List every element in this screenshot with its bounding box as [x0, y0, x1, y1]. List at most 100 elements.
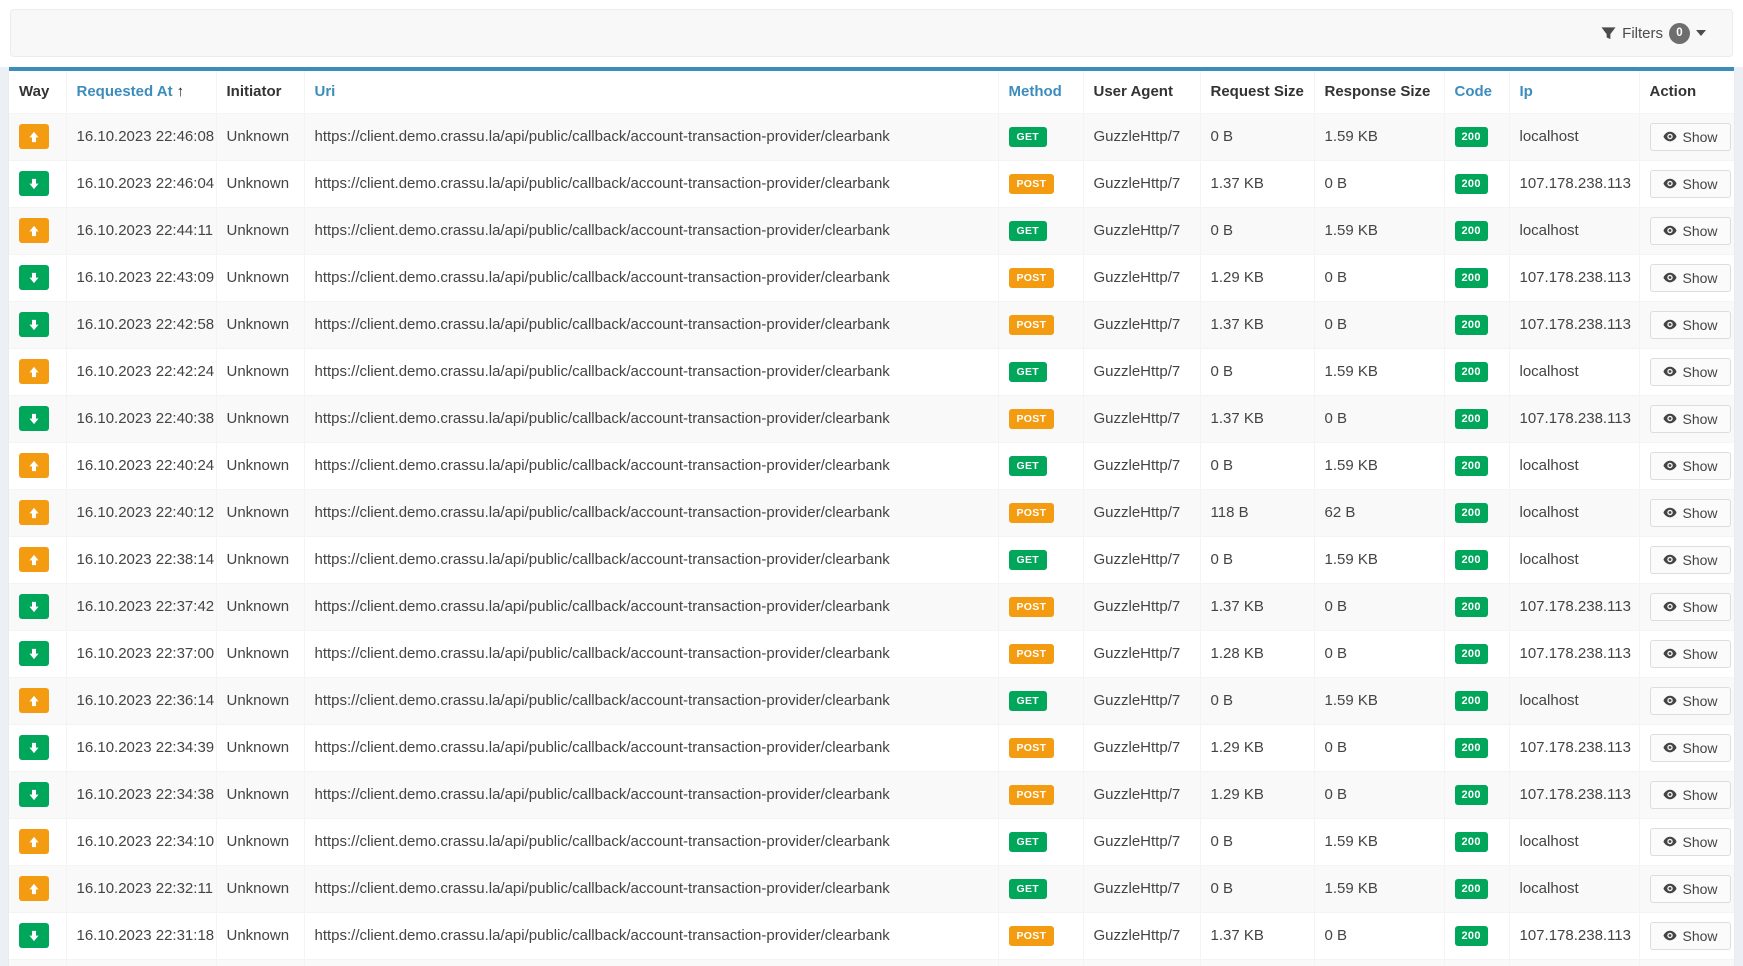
table-row: 16.10.2023 22:36:14 Unknown https://clie… — [9, 677, 1734, 724]
arrow-up-icon — [27, 130, 41, 144]
show-button[interactable]: Show — [1650, 734, 1731, 762]
user-agent-cell: GuzzleHttp/7 — [1083, 348, 1200, 395]
show-button[interactable]: Show — [1650, 452, 1731, 480]
show-button[interactable]: Show — [1650, 311, 1731, 339]
request-size-cell: 118 B — [1200, 489, 1314, 536]
initiator-cell: Unknown — [216, 160, 304, 207]
requested-at-cell: 16.10.2023 22:37:00 — [66, 630, 216, 677]
filters-dropdown-toggle[interactable]: Filters 0 — [1601, 23, 1706, 44]
eye-icon — [1663, 178, 1677, 189]
caret-down-icon — [1696, 30, 1706, 36]
show-button[interactable]: Show — [1650, 264, 1731, 292]
table-row: 16.10.2023 22:32:11 Unknown https://clie… — [9, 865, 1734, 912]
code-cell: 200 — [1444, 301, 1509, 348]
response-size-cell: 1.59 KB — [1314, 818, 1444, 865]
method-cell: GET — [998, 677, 1083, 724]
table-row: 16.10.2023 22:46:08 Unknown https://clie… — [9, 113, 1734, 160]
request-log-panel: WayRequested At↑InitiatorUriMethodUser A… — [9, 67, 1734, 966]
status-code-badge: 200 — [1455, 315, 1488, 335]
method-badge: GET — [1009, 832, 1048, 852]
way-up-badge — [19, 688, 49, 713]
column-header-code[interactable]: Code — [1444, 71, 1509, 113]
initiator-cell: Unknown — [216, 536, 304, 583]
method-cell: GET — [998, 536, 1083, 583]
show-button[interactable]: Show — [1650, 499, 1731, 527]
initiator-cell: Unknown — [216, 489, 304, 536]
eye-icon — [1663, 883, 1677, 894]
status-code-badge: 200 — [1455, 644, 1488, 664]
way-cell — [9, 489, 66, 536]
show-button-label: Show — [1683, 693, 1718, 709]
show-button[interactable]: Show — [1650, 123, 1731, 151]
table-row: 16.10.2023 22:43:09 Unknown https://clie… — [9, 254, 1734, 301]
column-header-method[interactable]: Method — [998, 71, 1083, 113]
column-header-user_agent: User Agent — [1083, 71, 1200, 113]
response-size-cell: 0 B — [1314, 301, 1444, 348]
initiator-cell: Unknown — [216, 771, 304, 818]
method-cell: POST — [998, 724, 1083, 771]
code-cell: 200 — [1444, 771, 1509, 818]
eye-icon — [1663, 413, 1677, 424]
show-button[interactable]: Show — [1650, 217, 1731, 245]
table-row: 16.10.2023 22:44:11 Unknown https://clie… — [9, 207, 1734, 254]
arrow-down-icon — [27, 177, 41, 191]
show-button[interactable]: Show — [1650, 358, 1731, 386]
action-cell: Show — [1639, 442, 1734, 489]
status-code-badge: 200 — [1455, 127, 1488, 147]
uri-cell: https://client.demo.crassu.la/api/public… — [304, 160, 998, 207]
method-cell: POST — [998, 489, 1083, 536]
show-button[interactable]: Show — [1650, 170, 1731, 198]
response-size-cell: 62 B — [1314, 489, 1444, 536]
method-badge: POST — [1009, 315, 1055, 335]
uri-cell: https://client.demo.crassu.la/api/public… — [304, 395, 998, 442]
method-badge: GET — [1009, 362, 1048, 382]
show-button-label: Show — [1683, 834, 1718, 850]
show-button[interactable]: Show — [1650, 546, 1731, 574]
show-button[interactable]: Show — [1650, 687, 1731, 715]
code-cell: 200 — [1444, 724, 1509, 771]
column-header-uri[interactable]: Uri — [304, 71, 998, 113]
way-cell — [9, 207, 66, 254]
code-cell: 200 — [1444, 207, 1509, 254]
method-cell: GET — [998, 865, 1083, 912]
response-size-cell: 1.59 KB — [1314, 677, 1444, 724]
code-cell: 200 — [1444, 536, 1509, 583]
uri-cell: https://client.demo.crassu.la/api/public… — [304, 442, 998, 489]
eye-icon — [1663, 272, 1677, 283]
response-size-cell: 0 B — [1314, 630, 1444, 677]
ip-cell: localhost — [1509, 865, 1639, 912]
response-size-cell: 0 B — [1314, 160, 1444, 207]
method-cell: POST — [998, 583, 1083, 630]
action-cell: Show — [1639, 489, 1734, 536]
show-button[interactable]: Show — [1650, 875, 1731, 903]
request-log-table: WayRequested At↑InitiatorUriMethodUser A… — [9, 71, 1734, 966]
uri-cell: https://client.demo.crassu.la/api/public… — [304, 818, 998, 865]
show-button[interactable]: Show — [1650, 593, 1731, 621]
show-button[interactable]: Show — [1650, 781, 1731, 809]
show-button-label: Show — [1683, 270, 1718, 286]
request-size-cell: 1.37 KB — [1200, 912, 1314, 959]
table-row: 16.10.2023 22:37:00 Unknown https://clie… — [9, 630, 1734, 677]
show-button[interactable]: Show — [1650, 405, 1731, 433]
requested-at-cell: 16.10.2023 22:37:42 — [66, 583, 216, 630]
initiator-cell: Unknown — [216, 113, 304, 160]
column-header-requested_at[interactable]: Requested At↑ — [66, 71, 216, 113]
requested-at-cell: 16.10.2023 22:44:11 — [66, 207, 216, 254]
show-button[interactable]: Show — [1650, 922, 1731, 950]
initiator-cell: Unknown — [216, 583, 304, 630]
arrow-up-icon — [27, 365, 41, 379]
status-code-badge: 200 — [1455, 174, 1488, 194]
eye-icon — [1663, 695, 1677, 706]
method-cell: POST — [998, 630, 1083, 677]
way-cell — [9, 395, 66, 442]
ip-cell: 107.178.238.113 — [1509, 583, 1639, 630]
uri-cell: https://client.demo.crassu.la/api/public… — [304, 630, 998, 677]
way-up-badge — [19, 547, 49, 572]
arrow-up-icon — [27, 694, 41, 708]
action-cell: Show — [1639, 583, 1734, 630]
code-cell: 200 — [1444, 912, 1509, 959]
show-button[interactable]: Show — [1650, 828, 1731, 856]
show-button[interactable]: Show — [1650, 640, 1731, 668]
column-header-ip[interactable]: Ip — [1509, 71, 1639, 113]
uri-cell: https://client.demo.crassu.la/api/public… — [304, 113, 998, 160]
